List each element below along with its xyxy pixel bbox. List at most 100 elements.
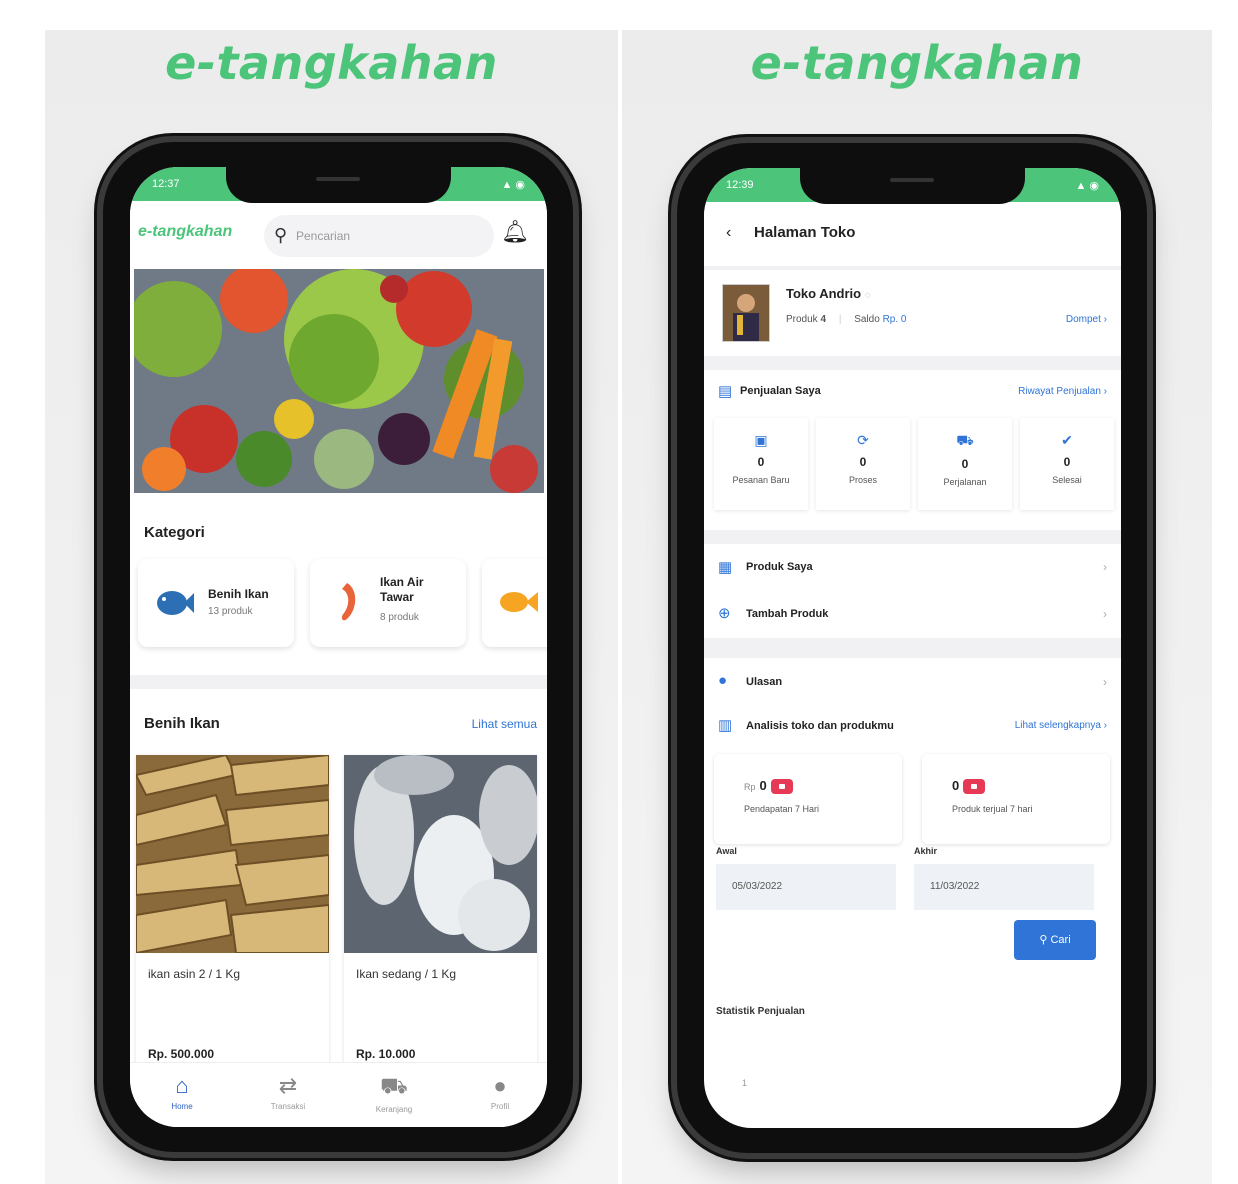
bell-icon[interactable]: 🔔︎ xyxy=(501,219,529,245)
product-name: Ikan sedang / 1 Kg xyxy=(356,967,457,981)
verified-icon: ◌ xyxy=(864,290,871,301)
penjualan-saya-row: ▤ Penjualan Saya Riwayat Penjualan › xyxy=(704,370,1121,414)
analytics-label: Pendapatan 7 Hari xyxy=(744,804,820,814)
chevron-right-icon: › xyxy=(1103,560,1107,574)
vegetables-banner-image xyxy=(134,269,544,493)
user-icon: ● xyxy=(493,1073,507,1098)
lihat-selengkapnya-label: Lihat selengkapnya xyxy=(1014,720,1101,731)
akhir-label: Akhir xyxy=(914,846,938,856)
product-image xyxy=(344,755,537,953)
cari-button[interactable]: ⚲ Cari xyxy=(1014,920,1096,960)
stat-value: 0 xyxy=(757,455,765,469)
product-card[interactable]: Ikan sedang / 1 Kg Rp. 10.000 xyxy=(344,755,537,1075)
search-icon: ⚲ xyxy=(1039,934,1048,946)
analytics-value: 0 xyxy=(952,778,986,795)
category-count: 13 produk xyxy=(208,606,253,617)
statistik-title: Statistik Penjualan xyxy=(716,1006,805,1017)
meta-separator: | xyxy=(838,314,842,325)
value-text: 0 xyxy=(952,778,960,793)
stat-label: Selesai xyxy=(1052,475,1082,485)
product-price: Rp. 10.000 xyxy=(356,1047,416,1061)
home-header: e-tangkahan ⚲ Pencarian 🔔︎ xyxy=(130,201,547,269)
vegetables-banner[interactable] xyxy=(134,269,544,493)
app-logo: e-tangkahan xyxy=(138,223,233,240)
section-divider xyxy=(704,638,1121,658)
nav-keranjang[interactable]: ⛟ Keranjang xyxy=(354,1073,434,1114)
kategori-title: Kategori xyxy=(144,524,205,541)
shop-screen: 12:39 ▲ ◉ ‹ Halaman Toko Toko Andrio ◌ P… xyxy=(704,168,1121,1128)
see-all-link[interactable]: Lihat semua xyxy=(472,717,537,731)
right-showcase-panel: e-tangkahan 12:39 ▲ ◉ ‹ Halaman Toko Tok… xyxy=(622,30,1212,1184)
shop-name: Toko Andrio ◌ xyxy=(786,286,871,301)
phone-frame-right: 12:39 ▲ ◉ ‹ Halaman Toko Toko Andrio ◌ P… xyxy=(677,143,1147,1153)
analytics-card-pendapatan: Rp 0 Pendapatan 7 Hari xyxy=(714,754,902,844)
stat-perjalanan[interactable]: ⛟ 0 Perjalanan xyxy=(918,418,1012,510)
stat-value: 0 xyxy=(961,457,969,471)
akhir-date-input[interactable]: 11/03/2022 xyxy=(914,864,1094,910)
section-divider xyxy=(704,356,1121,370)
trend-badge-icon xyxy=(963,779,986,795)
goldfish-icon xyxy=(500,592,538,612)
chevron-right-icon: › xyxy=(1103,607,1107,621)
currency-label: Rp xyxy=(744,782,756,792)
status-icons: ▲ ◉ xyxy=(501,179,525,191)
stat-selesai[interactable]: ✔ 0 Selesai xyxy=(1020,418,1114,510)
dompet-link[interactable]: Dompet › xyxy=(1066,314,1107,325)
phone-frame-left: 12:37 ▲ ◉ e-tangkahan ⚲ Pencarian 🔔︎ Kat… xyxy=(103,142,573,1152)
avatar-image xyxy=(723,285,769,341)
shop-info: Toko Andrio ◌ Produk 4 | Saldo Rp. 0 Dom… xyxy=(704,270,1121,356)
tambah-produk-row[interactable]: ⊕ Tambah Produk › xyxy=(704,590,1121,639)
nav-profil[interactable]: ● Profil xyxy=(460,1073,540,1111)
stat-value: 0 xyxy=(859,455,867,469)
category-name-line1: Ikan Air xyxy=(380,575,424,589)
ulasan-row[interactable]: ● Ulasan › xyxy=(704,658,1121,707)
home-screen: 12:37 ▲ ◉ e-tangkahan ⚲ Pencarian 🔔︎ Kat… xyxy=(130,167,547,1127)
cart-icon: ⛟ xyxy=(380,1073,408,1098)
shop-avatar xyxy=(722,284,770,342)
status-icons: ▲ ◉ xyxy=(1075,180,1099,192)
section-divider xyxy=(130,675,547,689)
category-card-benih-ikan[interactable]: Benih Ikan 13 produk xyxy=(138,559,294,647)
chevron-right-icon: › xyxy=(1103,675,1107,689)
awal-date-value: 05/03/2022 xyxy=(732,881,783,892)
akhir-date-value: 11/03/2022 xyxy=(930,881,980,892)
analytics-card-terjual: 0 Produk terjual 7 hari xyxy=(922,754,1110,844)
cari-label: Cari xyxy=(1050,934,1071,946)
status-time: 12:37 xyxy=(152,178,180,190)
truck-icon: ⛟ xyxy=(956,432,974,448)
nav-home[interactable]: ⌂ Home xyxy=(142,1073,222,1111)
trend-badge-icon xyxy=(770,779,793,795)
store-icon: ▦ xyxy=(718,559,733,576)
analytics-value: Rp 0 xyxy=(744,778,793,795)
dried-fish-image xyxy=(136,755,329,953)
riwayat-label: Riwayat Penjualan xyxy=(1018,386,1101,397)
clipboard-icon: ▤ xyxy=(718,383,733,400)
lihat-selengkapnya-link[interactable]: Lihat selengkapnya › xyxy=(1015,720,1107,731)
produk-saya-row[interactable]: ▦ Produk Saya › xyxy=(704,544,1121,591)
stat-pesanan-baru[interactable]: ▣ 0 Pesanan Baru xyxy=(714,418,808,510)
product-card[interactable]: ikan asin 2 / 1 Kg Rp. 500.000 xyxy=(136,755,329,1075)
penjualan-title: Penjualan Saya xyxy=(740,385,821,397)
check-circle-icon: ✔ xyxy=(1061,432,1073,448)
nav-label: Transaksi xyxy=(270,1102,306,1111)
category-card-ikan-air-tawar[interactable]: Ikan Air Tawar 8 produk xyxy=(310,559,466,647)
page-title: Halaman Toko xyxy=(754,224,856,241)
nav-label: Keranjang xyxy=(375,1105,413,1114)
category-card-more[interactable] xyxy=(482,559,547,647)
nav-transaksi[interactable]: ⇄ Transaksi xyxy=(248,1073,328,1111)
category-name: Benih Ikan xyxy=(208,587,269,601)
search-icon: ⚲ xyxy=(274,225,288,245)
search-input[interactable]: ⚲ Pencarian xyxy=(264,215,494,257)
product-name: ikan asin 2 / 1 Kg xyxy=(148,967,241,981)
shop-meta: Produk 4 | Saldo Rp. 0 xyxy=(786,314,906,325)
phone-notch xyxy=(226,167,451,203)
awal-date-input[interactable]: 05/03/2022 xyxy=(716,864,896,910)
section-divider xyxy=(704,530,1121,544)
back-arrow-icon[interactable]: ‹ xyxy=(726,224,731,242)
stat-proses[interactable]: ⟳ 0 Proses xyxy=(816,418,910,510)
product-image xyxy=(136,755,329,953)
riwayat-penjualan-link[interactable]: Riwayat Penjualan › xyxy=(1018,386,1107,397)
left-showcase-panel: e-tangkahan 12:37 ▲ ◉ e-tangkahan ⚲ Penc… xyxy=(45,30,618,1184)
new-order-icon: ▣ xyxy=(754,432,768,448)
tambah-produk-label: Tambah Produk xyxy=(746,608,829,620)
